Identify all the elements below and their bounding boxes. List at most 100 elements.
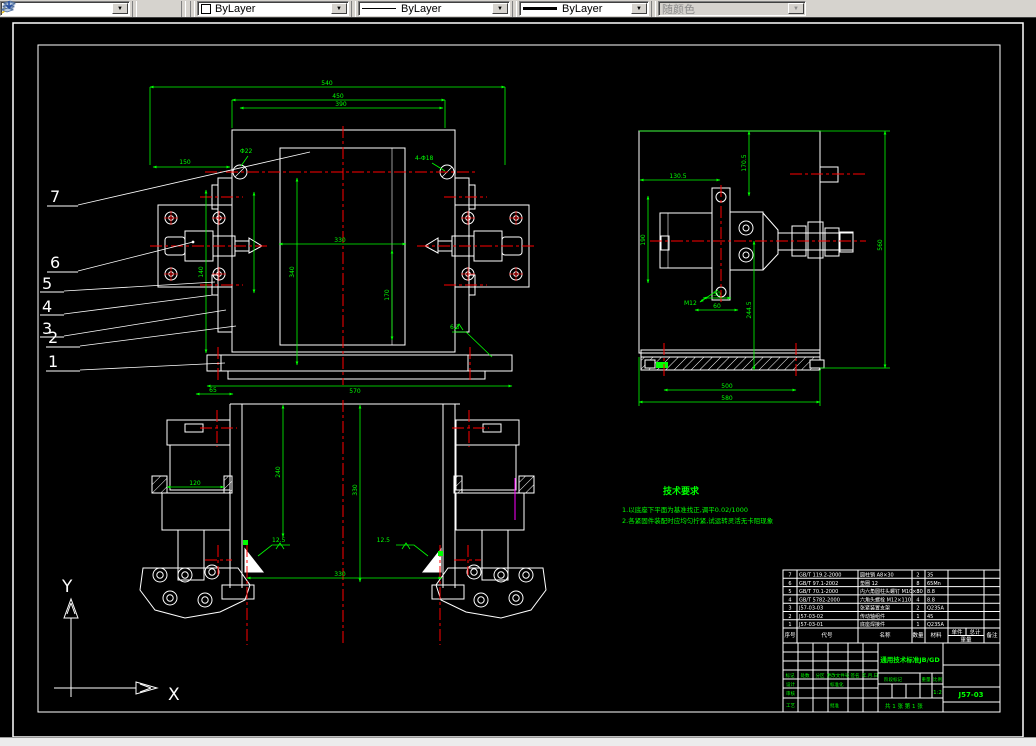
svg-text:4: 4: [916, 597, 919, 603]
dim-text: 30: [713, 291, 721, 298]
callout-5: 5: [42, 274, 52, 293]
dim-text: 240: [275, 466, 282, 478]
label-zone: 分区: [816, 672, 825, 679]
callout-7: 7: [50, 187, 60, 206]
bom-row: 1 J57-03-01 底座焊接件 1 Q235A: [788, 621, 944, 628]
svg-text:3: 3: [788, 606, 791, 612]
label-process: 工艺: [786, 703, 795, 709]
svg-text:5: 5: [788, 589, 791, 595]
svg-text:GB/T 5782-2000: GB/T 5782-2000: [799, 597, 840, 603]
bottom-centerlines: [200, 400, 489, 645]
svg-text:1: 1: [788, 622, 791, 628]
svg-text:2: 2: [916, 573, 919, 579]
dim-text: 12.5: [272, 537, 286, 544]
right-leg-assembly: [435, 419, 547, 619]
label-change-no: 更改文件号: [827, 672, 850, 679]
svg-text:底座焊接件: 底座焊接件: [860, 621, 885, 628]
tech-notes-line: 1.以底座下平面为基准找正,调平0.02/1000: [622, 505, 748, 514]
standard-title: 通用技术标准JB/GD: [880, 655, 940, 664]
bom-header-code: 代号: [821, 631, 833, 639]
tech-notes-title: 技术要求: [663, 485, 700, 497]
dim-text: 190: [640, 234, 647, 246]
bom-header-material: 材料: [930, 631, 942, 639]
bom-header-weight-single: 单件: [951, 628, 963, 636]
svg-text:8.8: 8.8: [927, 597, 935, 603]
bom-header-weight: 重量: [960, 636, 972, 644]
svg-text:垫圈 12: 垫圈 12: [860, 580, 878, 587]
svg-text:传动轴组件: 传动轴组件: [860, 613, 885, 620]
front-dimension-texts: 540 450 390 4-Φ18 Φ22 150 140 340 330 17…: [179, 80, 459, 395]
dim-text: 340: [289, 266, 296, 278]
left-leg-assembly: [139, 419, 251, 619]
svg-text:1: 1: [916, 622, 919, 628]
dim-text: Φ22: [240, 148, 253, 155]
bom-row: 5 GB/T 70.1-2000 内六角圆柱头螺钉 M10×308 8.8: [788, 588, 935, 595]
label-sign: 签名: [851, 672, 860, 679]
dim-text: 244.5: [746, 301, 753, 318]
title-block: 序号 代号 名称 数量 材料 单件 总计 重量 备注 7 GB/T 119.2-2…: [782, 569, 1001, 713]
bom-header-name: 名称: [879, 631, 891, 639]
bom-header-remark: 备注: [986, 631, 998, 639]
label-stage-mark: 阶段标记: [884, 676, 902, 683]
cad-application-window: { "toolbar": { "layer_combo_tooltip": "图…: [0, 0, 1036, 746]
dim-text: 500: [721, 383, 733, 390]
svg-text:35: 35: [927, 573, 933, 579]
svg-text:Q235A: Q235A: [927, 622, 944, 628]
label-count: 处数: [801, 672, 810, 679]
dim-text: 330: [334, 237, 346, 244]
dim-text: 60: [713, 303, 721, 310]
front-dimensions: [149, 85, 513, 396]
svg-text:2: 2: [916, 606, 919, 612]
label-approve: 批准: [830, 702, 839, 709]
dim-text: 330: [334, 571, 346, 578]
bom-header-no: 序号: [784, 631, 796, 639]
svg-text:45: 45: [927, 614, 933, 620]
svg-text:8.8: 8.8: [927, 589, 935, 595]
side-view: 130.5 190 170.5 560 244.5 30 60 M12 500 …: [638, 130, 890, 406]
svg-text:6: 6: [788, 581, 791, 587]
front-view: 540 450 390 4-Φ18 Φ22 150 140 340 330 17…: [149, 80, 537, 396]
dim-text: 560: [877, 239, 884, 251]
bom-header-weight-total: 总计: [969, 628, 981, 636]
dim-text: 120: [189, 480, 201, 487]
svg-text:GB/T 70.1-2000: GB/T 70.1-2000: [799, 589, 838, 595]
dim-text: 450: [332, 93, 344, 100]
svg-text:六角头螺栓 M12×110: 六角头螺栓 M12×110: [860, 596, 911, 603]
label-check: 审核: [786, 690, 795, 697]
dim-text: 570: [349, 388, 361, 395]
dim-text: 170.5: [741, 154, 748, 171]
drawing-canvas[interactable]: 540 450 390 4-Φ18 Φ22 150 140 340 330 17…: [0, 0, 1036, 746]
dim-text: 540: [321, 80, 333, 87]
svg-text:1: 1: [916, 614, 919, 620]
paper-border: [12, 22, 1024, 738]
technical-notes: 技术要求 1.以底座下平面为基准找正,调平0.02/1000 2.各紧固件装配时…: [622, 485, 774, 525]
svg-text:GB/T 97.1-2002: GB/T 97.1-2002: [799, 581, 838, 587]
svg-text:7: 7: [788, 573, 791, 579]
front-centerlines: [150, 126, 537, 385]
dim-text: 4-Φ18: [415, 155, 434, 162]
dim-text: 580: [721, 395, 733, 402]
svg-text:8: 8: [916, 581, 919, 587]
side-centerlines: [650, 173, 866, 378]
callout-1: 1: [48, 352, 58, 371]
ucs-icon: Y X: [54, 577, 180, 705]
dim-text: 170: [384, 289, 391, 301]
bom-row: 3 J57-03-03 张紧装置支架 2 Q235A: [788, 605, 944, 612]
bom-row: 4 GB/T 5782-2000 六角头螺栓 M12×110 4 8.8: [788, 596, 935, 603]
drive-assembly: [659, 187, 854, 301]
sheet-info: 共 1 张 第 1 张: [885, 702, 923, 710]
svg-text:Q235A: Q235A: [927, 606, 944, 612]
drawing-number: J57-03: [958, 691, 984, 699]
dim-text: 130.5: [669, 173, 686, 180]
ucs-x-label: X: [168, 685, 180, 705]
svg-text:J57-03-02: J57-03-02: [798, 614, 823, 620]
svg-text:2: 2: [788, 614, 791, 620]
scale-value: 1:2: [933, 690, 942, 696]
label-scale: 比例: [933, 676, 942, 683]
svg-text:J57-03-01: J57-03-01: [798, 622, 823, 628]
bottom-view: 240 330 330 12.5 12.5 120: [139, 400, 547, 645]
bom-header-qty: 数量: [912, 631, 924, 639]
svg-text:65Mn: 65Mn: [927, 581, 941, 587]
dim-text: M12: [684, 300, 697, 307]
ucs-y-label: Y: [61, 577, 73, 597]
